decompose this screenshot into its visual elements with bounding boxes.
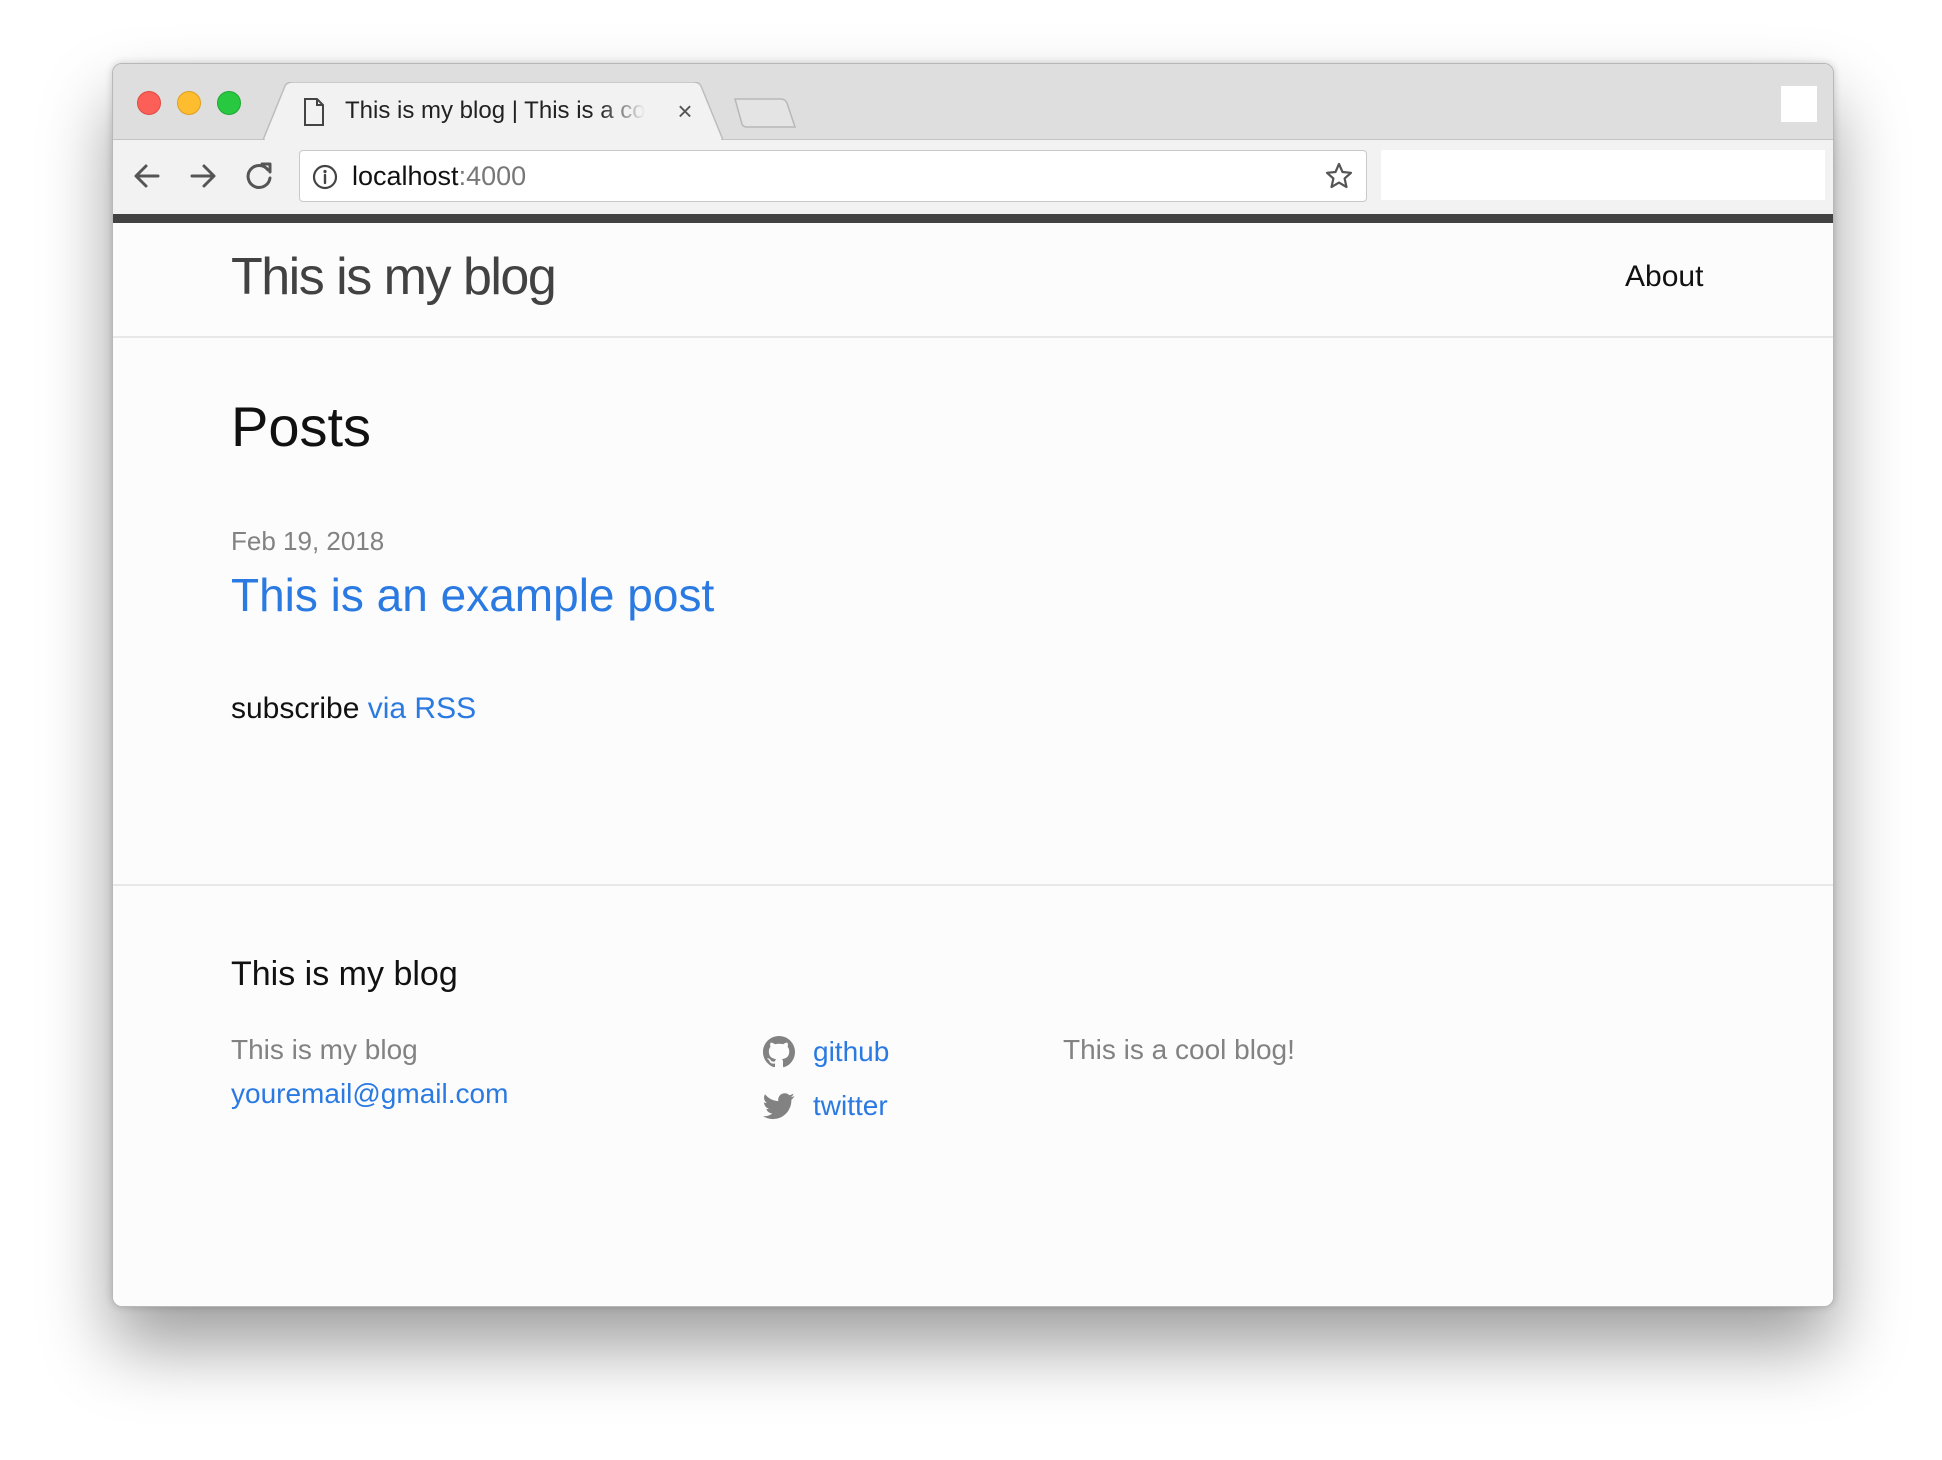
- close-window-button[interactable]: [137, 91, 161, 115]
- site-footer: This is my blog This is my blog youremai…: [113, 884, 1833, 1306]
- footer-name: This is my blog: [231, 1034, 418, 1065]
- post-date: Feb 19, 2018: [231, 526, 385, 556]
- browser-window: This is my blog | This is a cool blog! ×: [112, 63, 1834, 1307]
- extension-area: [1381, 150, 1825, 200]
- bookmark-star-icon[interactable]: [1324, 161, 1354, 191]
- github-label: github: [813, 1036, 890, 1067]
- minimize-window-button[interactable]: [177, 91, 201, 115]
- site-header: This is my blog About: [113, 223, 1833, 338]
- info-icon[interactable]: [312, 164, 338, 190]
- address-bar[interactable]: localhost:4000: [299, 150, 1367, 202]
- twitter-icon: [763, 1093, 795, 1120]
- github-icon: [763, 1036, 795, 1068]
- posts-heading: Posts: [231, 395, 372, 458]
- tab-title: This is my blog | This is a cool blog!: [345, 97, 645, 124]
- arrow-left-icon: [134, 164, 160, 188]
- reload-button[interactable]: [241, 158, 277, 194]
- arrow-right-icon: [190, 164, 216, 188]
- subscribe-text: subscribe: [231, 692, 368, 725]
- web-page: This is my blog About Posts Feb 19, 2018…: [113, 223, 1833, 1306]
- new-tab-button[interactable]: [733, 98, 797, 128]
- zoom-window-button[interactable]: [217, 91, 241, 115]
- footer-heading: This is my blog: [231, 955, 458, 993]
- tab-bar: This is my blog | This is a cool blog! ×: [113, 64, 1833, 140]
- footer-description: This is a cool blog!: [1063, 1034, 1295, 1065]
- twitter-label: twitter: [813, 1090, 888, 1121]
- nav-about-link[interactable]: About: [1625, 253, 1703, 301]
- subscribe-line: subscribe via RSS: [231, 687, 476, 731]
- rss-link[interactable]: via RSS: [368, 692, 476, 725]
- active-tab[interactable]: This is my blog | This is a cool blog! ×: [263, 82, 723, 140]
- site-top-bar: [113, 214, 1833, 223]
- footer-email-link[interactable]: youremail@gmail.com: [231, 1074, 508, 1114]
- site-title[interactable]: This is my blog: [231, 245, 557, 309]
- profile-button[interactable]: [1781, 86, 1817, 122]
- url-host: localhost: [352, 161, 459, 191]
- url-text[interactable]: localhost:4000: [352, 151, 526, 201]
- forward-button[interactable]: [185, 158, 221, 194]
- reload-icon: [246, 162, 272, 189]
- url-port: :4000: [458, 161, 527, 191]
- tab-close-icon[interactable]: ×: [671, 95, 699, 127]
- page-icon: [304, 98, 324, 126]
- browser-toolbar: localhost:4000: [113, 140, 1833, 214]
- post-title-link[interactable]: This is an example post: [231, 565, 714, 625]
- back-button[interactable]: [129, 158, 165, 194]
